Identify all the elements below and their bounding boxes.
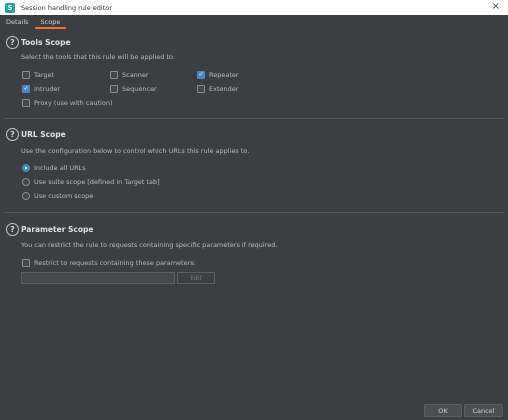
window-title: Session handling rule editor [21, 3, 112, 12]
checkbox-target[interactable]: Target [22, 71, 54, 79]
edit-button[interactable]: Edit [177, 272, 215, 284]
radio-indicator[interactable] [22, 178, 30, 186]
radio-label: Use suite scope [defined in Target tab] [34, 178, 160, 186]
radio-label: Use custom scope [34, 192, 94, 200]
checkbox-label: Sequencer [122, 85, 157, 93]
radio-indicator[interactable] [22, 164, 30, 172]
checkbox-label: Extender [209, 85, 239, 93]
checkbox-target-box[interactable] [22, 71, 30, 79]
app-icon: S [5, 2, 15, 13]
section-divider [4, 118, 504, 119]
radio-use-suite-scope[interactable]: Use suite scope [defined in Target tab] [22, 178, 160, 186]
checkbox-label: Target [34, 71, 55, 79]
help-icon[interactable]: ? [6, 36, 19, 49]
radio-indicator[interactable] [22, 192, 30, 200]
url-scope-description: Use the configuration below to control w… [21, 147, 250, 155]
checkbox-intruder-box[interactable]: ✓ [22, 85, 30, 93]
checkbox-repeater[interactable]: ✓ Repeater [197, 71, 239, 79]
parameter-input[interactable] [21, 272, 175, 284]
radio-label: Include all URLs [34, 164, 86, 172]
checkbox-label: Intruder [34, 85, 61, 93]
parameter-scope-heading: Parameter Scope [21, 225, 94, 234]
checkbox-proxy[interactable]: Proxy (use with caution) [22, 99, 113, 107]
tools-scope-heading: Tools Scope [21, 38, 71, 47]
checkbox-repeater-box[interactable]: ✓ [197, 71, 205, 79]
checkbox-restrict-parameters[interactable]: Restrict to requests containing these pa… [22, 259, 196, 267]
scope-panel: ? Tools Scope Select the tools that this… [0, 30, 508, 420]
checkbox-extender-box[interactable] [197, 85, 205, 93]
checkbox-proxy-box[interactable] [22, 99, 30, 107]
radio-include-all-urls[interactable]: Include all URLs [22, 164, 86, 172]
parameter-scope-description: You can restrict the rule to requests co… [21, 241, 278, 249]
cancel-button[interactable]: Cancel [464, 404, 503, 417]
url-scope-heading: URL Scope [21, 130, 66, 139]
tools-scope-description: Select the tools that this rule will be … [21, 53, 175, 61]
section-divider [4, 212, 504, 213]
checkbox-sequencer-box[interactable] [110, 85, 118, 93]
ok-button[interactable]: OK [424, 404, 462, 417]
help-icon[interactable]: ? [6, 128, 19, 141]
checkbox-label: Restrict to requests containing these pa… [34, 259, 196, 267]
tab-bar: Details Scope [0, 16, 508, 29]
checkmark-icon: ✓ [198, 71, 204, 78]
checkbox-label: Repeater [209, 71, 239, 79]
help-icon[interactable]: ? [6, 223, 19, 236]
checkbox-sequencer[interactable]: Sequencer [110, 85, 157, 93]
title-bar: S Session handling rule editor × [0, 0, 508, 15]
checkbox-restrict-box[interactable] [22, 259, 30, 267]
checkmark-icon: ✓ [23, 85, 29, 92]
tab-scope[interactable]: Scope [34, 16, 67, 29]
close-icon[interactable]: × [492, 2, 500, 12]
checkbox-label: Scanner [122, 71, 149, 79]
checkbox-intruder[interactable]: ✓ Intruder [22, 85, 60, 93]
checkbox-label: Proxy (use with caution) [34, 99, 113, 107]
radio-use-custom-scope[interactable]: Use custom scope [22, 192, 93, 200]
checkbox-scanner[interactable]: Scanner [110, 71, 149, 79]
checkbox-scanner-box[interactable] [110, 71, 118, 79]
tab-details[interactable]: Details [0, 16, 35, 28]
checkbox-extender[interactable]: Extender [197, 85, 238, 93]
